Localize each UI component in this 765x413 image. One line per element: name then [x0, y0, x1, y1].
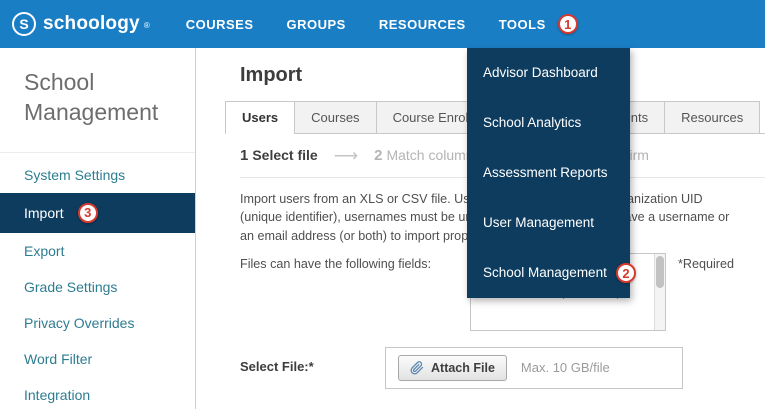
app-root: S schoology ® COURSES GROUPS RESOURCES T… — [0, 0, 765, 409]
sidebar-item-word-filter[interactable]: Word Filter — [0, 341, 195, 377]
menu-item-assessment-reports[interactable]: Assessment Reports — [467, 148, 630, 198]
top-navbar: S schoology ® COURSES GROUPS RESOURCES T… — [0, 0, 765, 48]
max-file-size-note: Max. 10 GB/file — [521, 360, 610, 375]
sidebar: School Management System Settings Import… — [0, 48, 196, 409]
step-1-number: 1 — [240, 147, 248, 164]
nav-groups[interactable]: GROUPS — [287, 17, 346, 32]
primary-nav: COURSES GROUPS RESOURCES TOOLS 1 — [186, 14, 578, 34]
attach-file-button-label: Attach File — [431, 361, 495, 375]
fields-label: Files can have the following fields: — [240, 253, 470, 271]
sidebar-nav: System Settings Import 3 Export Grade Se… — [0, 152, 195, 413]
sidebar-item-grade-settings[interactable]: Grade Settings — [0, 269, 195, 305]
annotation-step-3-badge: 3 — [78, 203, 98, 223]
sidebar-title: School Management — [0, 68, 195, 128]
menu-item-school-management-label: School Management — [483, 265, 607, 280]
page-body: School Management System Settings Import… — [0, 48, 765, 409]
tab-users[interactable]: Users — [225, 101, 295, 133]
sidebar-item-system-settings[interactable]: System Settings — [0, 157, 195, 193]
tab-resources[interactable]: Resources — [664, 101, 760, 133]
nav-tools[interactable]: TOOLS — [499, 17, 546, 32]
select-file-row: Select File:* Attach File Max. 10 GB/fil… — [240, 347, 765, 389]
tab-courses[interactable]: Courses — [294, 101, 376, 133]
sidebar-item-import-label: Import — [24, 205, 64, 221]
step-2-match-columns: 2Match columns — [374, 147, 481, 164]
menu-item-school-management[interactable]: School Management 2 — [467, 248, 630, 298]
menu-item-user-management[interactable]: User Management — [467, 198, 630, 248]
menu-item-advisor-dashboard[interactable]: Advisor Dashboard — [467, 48, 630, 98]
step-1-select-file: 1Select file — [240, 147, 318, 164]
menu-item-school-analytics[interactable]: School Analytics — [467, 98, 630, 148]
step-arrow-icon: ⟶ — [334, 147, 358, 164]
sidebar-item-integration[interactable]: Integration — [0, 377, 195, 413]
tools-dropdown-menu: Advisor Dashboard School Analytics Asses… — [467, 48, 630, 298]
paperclip-icon — [410, 361, 424, 375]
sidebar-item-export[interactable]: Export — [0, 233, 195, 269]
fields-scrollbar-thumb[interactable] — [656, 256, 664, 288]
step-2-number: 2 — [374, 147, 382, 164]
select-file-label: Select File:* — [240, 347, 385, 374]
brand-name: schoology — [43, 13, 140, 35]
annotation-step-2-badge: 2 — [616, 263, 636, 283]
nav-tools-group: TOOLS 1 — [499, 14, 578, 34]
annotation-step-1-badge: 1 — [558, 14, 578, 34]
nav-resources[interactable]: RESOURCES — [379, 17, 466, 32]
fields-scrollbar[interactable] — [654, 254, 665, 330]
step-1-label: Select file — [252, 147, 317, 163]
schoology-s-icon: S — [12, 12, 36, 36]
file-upload-area: Attach File Max. 10 GB/file — [385, 347, 683, 389]
nav-courses[interactable]: COURSES — [186, 17, 254, 32]
required-note: *Required — [678, 253, 734, 271]
sidebar-item-privacy-overrides[interactable]: Privacy Overrides — [0, 305, 195, 341]
sidebar-item-import[interactable]: Import 3 — [0, 193, 195, 233]
registered-mark: ® — [144, 21, 150, 30]
schoology-logo[interactable]: S schoology ® — [12, 12, 150, 36]
logo-initial: S — [19, 16, 28, 32]
attach-file-button[interactable]: Attach File — [398, 355, 507, 381]
